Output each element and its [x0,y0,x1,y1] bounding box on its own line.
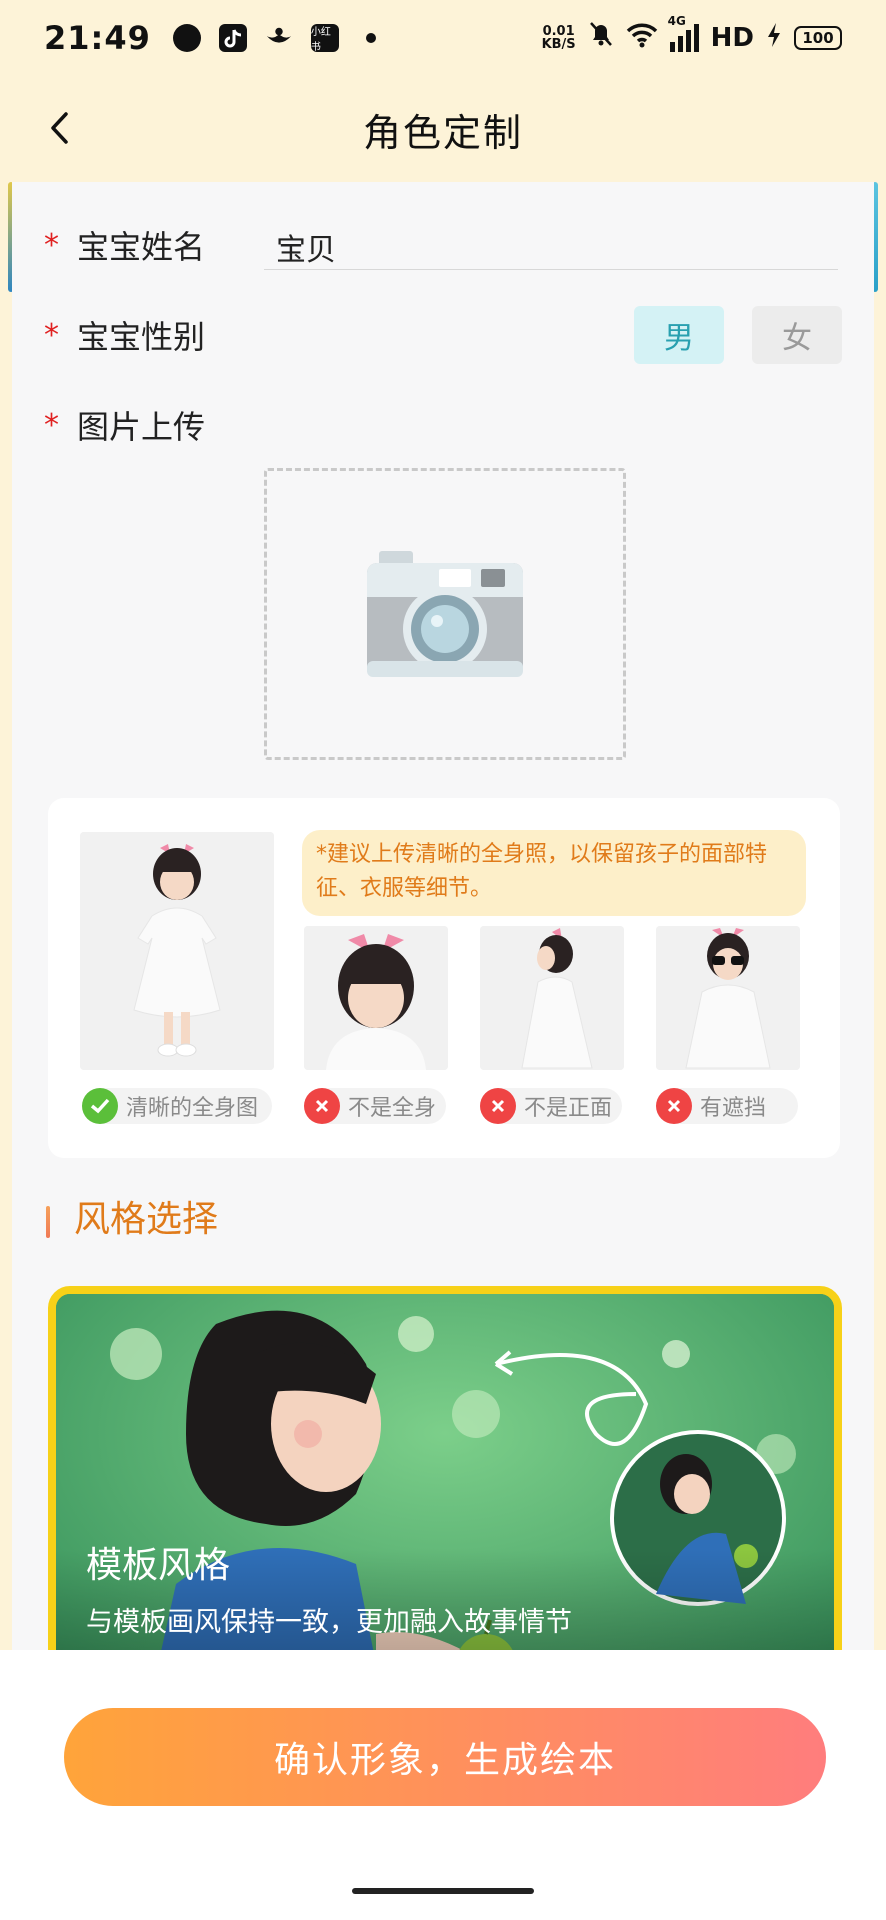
required-mark: * [44,317,59,353]
page-title: 角色定制 [362,110,523,155]
required-mark: * [44,407,59,443]
check-icon [82,1088,118,1124]
tiktok-icon [218,24,247,52]
required-mark: * [44,227,59,263]
upload-tip: *建议上传清晰的全身照，以保留孩子的面部特征、衣服等细节。 [302,830,806,916]
cross-icon [480,1088,516,1124]
example-label-good: 清晰的全身图 [82,1088,272,1124]
gender-row: * 宝宝性别 [44,312,205,358]
chat-bubble-icon [172,24,201,52]
signal-icon: 4G [668,14,699,52]
gender-label: 宝宝性别 [77,318,206,356]
style-card-name: 模板风格 [86,1545,231,1586]
status-bar: 21:49 小红书 0.01 KB/S 4G HD 100 [0,0,886,76]
style-card-description: 与模板画风保持一致，更加融入故事情节 [86,1607,572,1638]
example-photo-not-full-body [304,926,448,1070]
camera-icon [367,551,523,677]
charging-icon [766,21,782,56]
example-photo-occluded [656,926,800,1070]
example-label-bad: 有遮挡 [656,1088,798,1124]
confirm-button[interactable]: 确认形象，生成绘本 [64,1708,826,1806]
app-header: 角色定制 [0,76,886,182]
name-input[interactable]: 宝贝 [264,224,838,270]
hd-indicator: HD [710,23,754,53]
photo-upload-box[interactable] [264,468,626,760]
upload-label: 图片上传 [77,408,206,446]
style-section-title: 风格选择 [74,1199,219,1240]
back-button[interactable] [38,106,82,150]
network-speed: 0.01 KB/S [541,24,576,52]
xiaohongshu-icon: 小红书 [310,24,339,53]
chevron-left-icon [51,112,68,144]
battery-indicator: 100 [794,26,842,50]
example-photo-not-front [480,926,624,1070]
upload-row: * 图片上传 [44,402,205,448]
example-label-bad: 不是全身 [304,1088,446,1124]
status-time: 21:49 [44,19,151,57]
name-row: * 宝宝姓名 [44,222,205,268]
bird-app-icon [265,24,293,52]
gender-male-button[interactable]: 男 [634,306,724,364]
dot-icon [357,24,385,52]
cross-icon [656,1088,692,1124]
example-photo-good [80,832,274,1070]
example-label-bad: 不是正面 [480,1088,622,1124]
gender-female-button[interactable]: 女 [752,306,842,364]
wifi-icon [626,21,658,56]
cross-icon [304,1088,340,1124]
section-accent-bar [46,1206,50,1238]
name-label: 宝宝姓名 [77,228,206,266]
mute-bell-icon [588,20,614,56]
home-indicator[interactable] [352,1888,534,1894]
